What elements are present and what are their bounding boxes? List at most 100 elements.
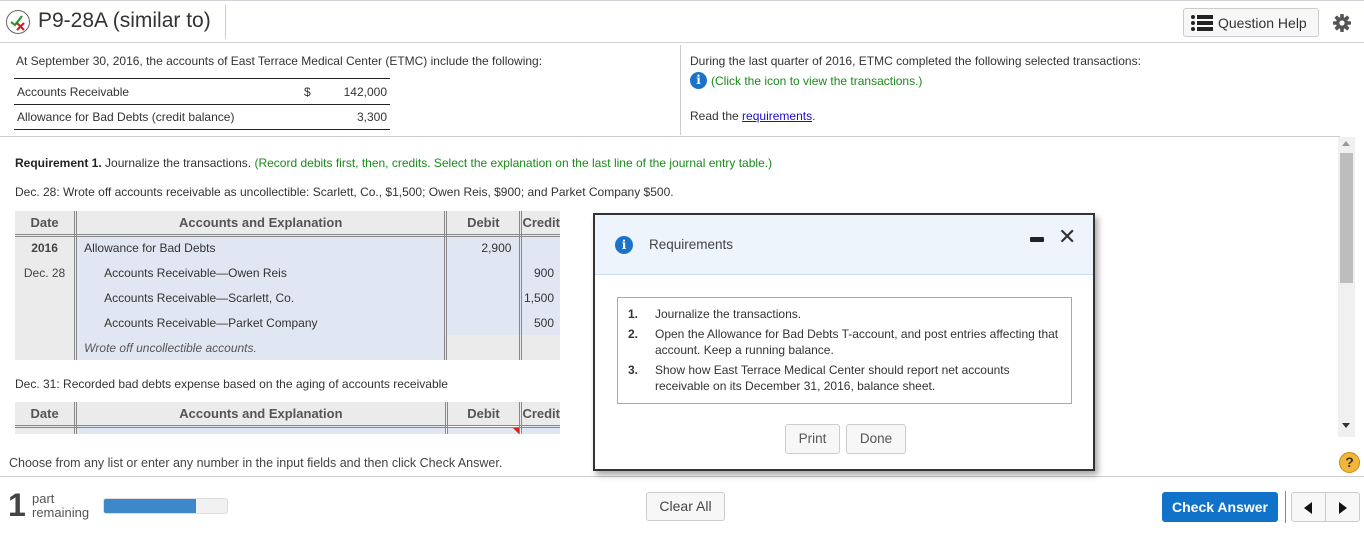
transactions-intro: During the last quarter of 2016, ETMC co… [690,54,1141,68]
table-header-row: Date Accounts and Explanation Debit Cred… [15,211,560,237]
transactions-info-text: (Click the icon to view the transactions… [711,73,923,88]
table-row: Dec. 28 Accounts Receivable—Owen Reis 90… [15,260,560,285]
clear-all-button[interactable]: Clear All [646,492,725,521]
credit-input[interactable]: 900 [520,260,560,285]
section-divider [0,136,1340,137]
info-icon: i [615,236,633,254]
requirements-dialog: i Requirements ✕ 1. Journalize the trans… [593,213,1095,471]
requirement-text: Open the Allowance for Bad Debts T-accou… [655,327,1059,357]
account-value: 3,300 [356,110,387,124]
requirement-item: 1. Journalize the transactions. [628,306,1061,322]
next-question-button[interactable] [1325,493,1359,521]
partial-correct-icon [6,10,30,34]
account-row: Allowance for Bad Debts (credit balance)… [14,104,390,129]
triangle-right-icon [1339,502,1347,514]
header-accounts: Accounts and Explanation [75,211,448,237]
date-cell [15,335,78,360]
account-select[interactable]: Accounts Receivable—Scarlett, Co. [75,285,448,310]
credit-cell [520,335,560,360]
question-help-label: Question Help [1218,14,1307,31]
header-bar: P9-28A (similar to) Question Help [0,0,1364,43]
requirement-item: 2. Open the Allowance for Bad Debts T-ac… [628,326,1061,358]
date-cell [15,426,78,434]
parts-label-line2: remaining [32,505,90,520]
date-cell [15,310,78,335]
date-cell: 2016 [15,235,78,260]
requirement-number: 2. [628,327,639,341]
debit-input[interactable] [445,260,523,285]
progress-fill [104,499,197,513]
dec31-transaction: Dec. 31: Recorded bad debts expense base… [15,377,448,391]
date-cell [15,285,78,310]
table-header-row: Date Accounts and Explanation Debit Cred… [15,402,560,428]
requirement-1-heading: Requirement 1. Journalize the transactio… [15,156,772,170]
parts-remaining-count: 1 [8,487,26,523]
requirement-number: 3. [628,363,639,377]
header-credit: Credit [520,402,560,428]
print-button[interactable]: Print [785,424,840,454]
requirement-label: Requirement 1. [15,156,102,170]
previous-question-button[interactable] [1292,493,1325,521]
triangle-left-icon [1304,502,1312,514]
table-row [15,426,560,434]
explanation-select[interactable]: Wrote off uncollectible accounts. [75,335,448,360]
minimize-icon[interactable] [1030,237,1044,242]
dec28-transaction: Dec. 28: Wrote off accounts receivable a… [15,185,674,199]
credit-input[interactable] [520,426,560,434]
progress-bar [103,498,228,514]
account-select[interactable]: Accounts Receivable—Parket Company [75,310,448,335]
table-row: Accounts Receivable—Scarlett, Co. 1,500 [15,285,560,310]
check-answer-button[interactable]: Check Answer [1162,492,1278,522]
credit-input[interactable]: 1,500 [520,285,560,310]
scroll-thumb[interactable] [1340,153,1353,283]
explanation-row: Wrote off uncollectible accounts. [15,335,560,360]
intro-divider [680,45,681,135]
requirement-instruction: (Record debits first, then, credits. Sel… [254,156,773,170]
account-select[interactable]: Accounts Receivable—Owen Reis [75,260,448,285]
account-row: Accounts Receivable $ 142,000 [14,79,390,104]
account-currency: $ [304,84,311,99]
account-select[interactable] [75,426,448,434]
dialog-title: Requirements [649,237,734,252]
list-icon [1191,14,1213,31]
done-button[interactable]: Done [846,424,906,454]
debit-input[interactable] [445,285,523,310]
read-suffix: . [812,109,816,123]
scroll-down-arrow-icon[interactable] [1342,423,1350,428]
header-date: Date [15,211,78,237]
table-row: 2016 Allowance for Bad Debts 2,900 [15,235,560,260]
parts-label-line1: part [32,491,55,506]
page-title: P9-28A (similar to) [38,9,211,32]
credit-input[interactable] [520,235,560,260]
requirement-text: Show how East Terrace Medical Center sho… [655,363,1010,393]
debit-input[interactable] [446,426,523,434]
header-credit: Credit [520,211,560,237]
requirements-link[interactable]: requirements [742,109,812,123]
info-icon[interactable]: i [690,72,707,89]
debit-cell [445,335,523,360]
scroll-up-arrow-icon[interactable] [1342,141,1350,146]
scrollbar[interactable] [1338,137,1355,437]
requirement-text: Journalize the transactions. [101,156,255,170]
question-navigation [1291,492,1360,522]
journal-table-dec28: Date Accounts and Explanation Debit Cred… [15,211,560,360]
account-select[interactable]: Allowance for Bad Debts [75,235,448,260]
help-icon[interactable]: ? [1339,452,1360,473]
debit-input[interactable] [445,310,523,335]
intro-text: At September 30, 2016, the accounts of E… [16,54,543,68]
debit-input[interactable]: 2,900 [445,235,523,260]
transactions-info-line: i (Click the icon to view the transactio… [690,72,922,89]
read-requirements-line: Read the requirements. [690,109,815,123]
requirement-number: 1. [628,307,639,321]
nav-divider [1285,491,1286,523]
gear-icon[interactable] [1332,13,1352,33]
title-divider [225,5,226,39]
parts-remaining-label: part remaining [32,492,89,520]
question-help-button[interactable]: Question Help [1183,8,1319,37]
close-icon[interactable]: ✕ [1058,225,1076,250]
accounts-table: Accounts Receivable $ 142,000 Allowance … [14,78,390,130]
account-name: Allowance for Bad Debts (credit balance) [17,110,235,124]
account-value: 142,000 [343,84,387,99]
credit-input[interactable]: 500 [520,310,560,335]
header-accounts: Accounts and Explanation [75,402,448,428]
